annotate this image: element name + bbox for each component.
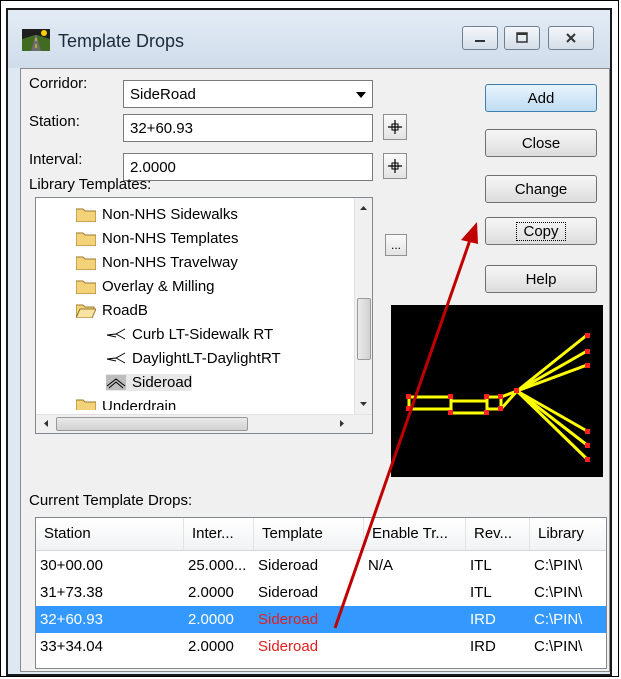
annotation-arrow [333, 222, 478, 629]
